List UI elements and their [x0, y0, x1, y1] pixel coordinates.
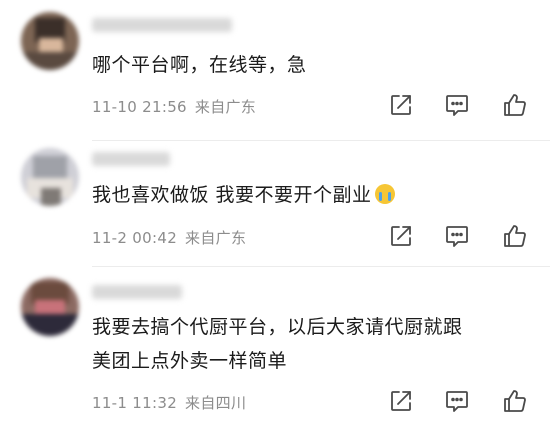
crying-emoji-icon [374, 184, 395, 204]
thumbs-up-icon[interactable] [502, 388, 528, 414]
username-blurred[interactable] [92, 152, 170, 166]
comment-time: 11-1 11:32 [92, 394, 178, 412]
comment-text: 哪个平台啊，在线等，急 [92, 54, 307, 76]
avatar[interactable] [21, 12, 79, 70]
thumbs-up-icon[interactable] [502, 223, 528, 249]
username-blurred[interactable] [92, 285, 182, 299]
comment-icon[interactable] [444, 223, 470, 249]
comment-time: 11-10 21:56 [92, 98, 187, 116]
comment-icon[interactable] [444, 388, 470, 414]
comment-text-line: 美团上点外卖一样简单 [92, 350, 288, 372]
divider [92, 140, 550, 141]
comment-text: 我也喜欢做饭 我要不要开个副业 [92, 178, 532, 212]
comment-text-line: 我要去搞个代厨平台，以后大家请代厨就跟 [92, 316, 463, 338]
comment-location: 来自广东 [194, 98, 257, 116]
avatar[interactable] [21, 148, 79, 206]
share-icon[interactable] [388, 223, 414, 249]
comment-meta: 11-10 21:56 来自广东 [92, 96, 256, 117]
comment-time: 11-2 00:42 [92, 229, 178, 247]
share-icon[interactable] [388, 388, 414, 414]
comment-text-body: 我也喜欢做饭 我要不要开个副业 [92, 184, 372, 206]
comment-text: 我要去搞个代厨平台，以后大家请代厨就跟 美团上点外卖一样简单 [92, 310, 532, 378]
comment-location: 来自四川 [185, 394, 247, 412]
comment-icon[interactable] [444, 92, 470, 118]
comment-list: 哪个平台啊，在线等，急 11-10 21:56 来自广东 我也喜欢做饭 我要不要… [0, 0, 550, 434]
share-icon[interactable] [388, 92, 414, 118]
comment-meta: 11-2 00:42 来自广东 [92, 227, 246, 248]
avatar[interactable] [21, 278, 79, 336]
comment-meta: 11-1 11:32 来自四川 [92, 392, 246, 413]
comment-location: 来自广东 [185, 229, 247, 247]
thumbs-up-icon[interactable] [502, 92, 528, 118]
divider [92, 266, 550, 267]
username-blurred[interactable] [92, 18, 232, 32]
